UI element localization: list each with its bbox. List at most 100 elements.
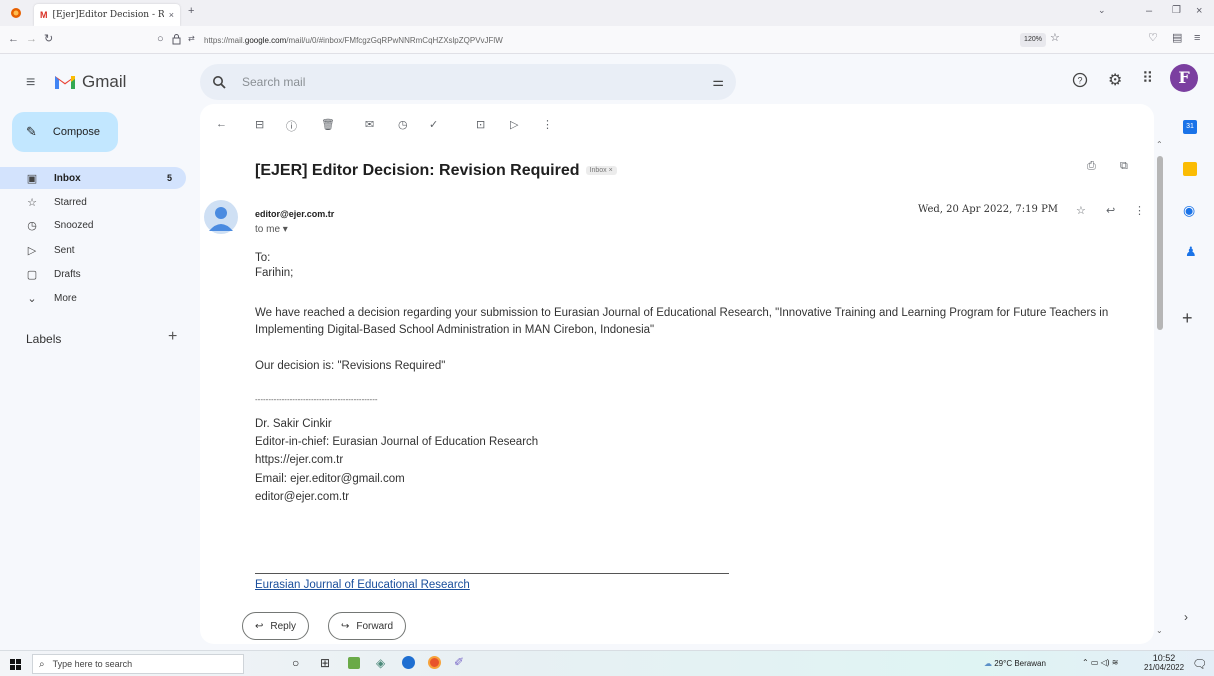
send-icon: ▷ [27,244,37,257]
reader-icon[interactable]: ▤ [1172,33,1182,44]
search-icon[interactable] [212,75,226,89]
signature-url[interactable]: https://ejer.com.tr [255,454,343,466]
tab-close-icon[interactable]: × [169,10,174,20]
print-icon[interactable]: ⎙ [1087,160,1096,173]
star-email-icon[interactable]: ☆ [1076,204,1086,217]
keep-icon[interactable] [1183,162,1197,176]
journal-footer-link[interactable]: Eurasian Journal of Educational Research [255,579,470,591]
new-tab-icon[interactable]: + [188,6,194,17]
signature-title: Editor-in-chief: Eurasian Journal of Edu… [255,436,539,448]
notification-icon[interactable]: 🗨 [1192,657,1207,671]
gmail-logo-icon[interactable] [54,73,76,90]
task-view-icon[interactable]: ⊞ [320,656,330,670]
browser-tab[interactable]: M [Ejer]Editor Decision - Revi × [34,4,180,26]
permissions-icon[interactable]: ⇄ [188,35,195,43]
archive-icon[interactable]: ⊟ [255,118,264,131]
pocket-icon[interactable]: ♡ [1148,33,1158,44]
apps-grid-icon[interactable]: ⠿ [1142,69,1153,87]
app-icon-1[interactable]: ◈ [376,656,385,670]
body-paragraph-line-2: Implementing Digital-Based School Admini… [255,324,655,336]
lock-icon[interactable] [172,33,181,45]
mark-unread-icon[interactable]: ✉ [365,118,374,131]
signature-email[interactable]: Email: ejer.editor@gmail.com [255,473,405,485]
move-to-icon[interactable]: ⊡ [476,118,485,131]
message-more-icon[interactable]: ⋮ [1134,204,1145,217]
forward-button[interactable]: ↪ Forward [328,612,407,640]
delete-icon[interactable]: 🗑 [321,118,335,131]
weather-widget[interactable]: ☁ 29°C Berawan [984,659,1046,668]
tab-list-icon[interactable]: ⌄ [1098,6,1106,15]
bookmark-star-icon[interactable]: ☆ [1050,33,1060,44]
tasks-icon[interactable]: ◉ [1183,202,1195,219]
browser-menu-icon[interactable]: ≡ [1194,33,1200,44]
windows-start-icon[interactable] [10,659,21,670]
reply-arrow-icon: ↩ [255,620,264,632]
open-new-window-icon[interactable]: ⧉ [1120,160,1128,173]
compose-button[interactable]: ✎ Compose [12,112,118,152]
sender-address[interactable]: editor@ejer.com.tr [255,209,334,219]
signature-name: Dr. Sakir Cinkir [255,418,332,430]
sidebar-item-inbox[interactable]: ▣ Inbox 5 [0,167,186,189]
email-scrollbar[interactable]: ⌃ ⌄ [1156,140,1164,640]
sidebar-item-snoozed[interactable]: ◷ Snoozed [0,214,186,236]
sidebar-item-more[interactable]: ⌄ More [0,287,186,309]
recipient-details[interactable]: to me ▾ [255,224,288,235]
svg-text:?: ? [1077,76,1082,86]
address-bar[interactable]: https://mail.google.com/mail/u/0/#inbox/… [204,36,503,45]
system-tray-icons[interactable]: ⌃ ▭ ◁) ≋ [1082,658,1118,667]
sender-avatar[interactable] [204,200,238,234]
inbox-label-chip[interactable]: Inbox × [585,166,617,176]
tracking-shield-icon[interactable]: ○ [157,34,164,45]
scroll-down-icon[interactable]: ⌄ [1156,626,1163,635]
body-decision: Our decision is: "Revisions Required" [255,360,446,372]
signature-email-2[interactable]: editor@ejer.com.tr [255,491,349,503]
firefox-menu-icon[interactable] [10,7,22,19]
sidebar-item-sent[interactable]: ▷ Sent [0,239,186,261]
help-icon[interactable]: ? [1072,72,1088,88]
inbox-icon: ▣ [26,172,38,185]
restore-icon[interactable]: ❐ [1172,6,1181,16]
more-options-icon[interactable]: ⋮ [542,118,553,131]
get-addons-icon[interactable]: + [1182,308,1193,329]
zoom-level[interactable]: 120% [1020,33,1046,47]
sidebar-item-starred[interactable]: ☆ Starred [0,191,186,213]
add-label-icon[interactable]: + [168,328,177,346]
reply-button[interactable]: ↩ Reply [242,612,309,640]
show-side-panel-icon[interactable]: › [1184,610,1188,624]
taskbar-search[interactable]: ⌕ Type here to search [32,654,244,674]
snooze-icon[interactable]: ◷ [398,118,408,131]
file-explorer-icon[interactable] [348,657,360,669]
back-to-inbox-icon[interactable]: ← [216,118,227,130]
reply-icon[interactable]: ↩ [1106,204,1115,217]
label-icon[interactable]: ▷ [510,118,518,131]
account-avatar[interactable]: F [1170,64,1198,92]
calendar-icon[interactable]: 31 [1183,120,1197,134]
edge-icon[interactable] [402,656,415,669]
gmail-favicon-icon: M [40,10,48,20]
add-task-icon[interactable]: ✓ [429,118,438,131]
forward-icon[interactable]: → [26,34,37,45]
report-spam-icon[interactable]: ⓘ [286,118,297,134]
search-input[interactable]: Search mail [242,75,712,89]
scrollbar-thumb[interactable] [1157,156,1163,330]
search-options-icon[interactable]: ⚌ [712,74,724,90]
browser-nav-bar: ← → ↻ ○ ⇄ https://mail.google.com/mail/u… [0,26,1214,54]
minimize-icon[interactable]: – [1146,6,1152,17]
scroll-up-icon[interactable]: ⌃ [1156,140,1163,149]
cloud-icon: ☁ [984,659,992,668]
tab-title: [Ejer]Editor Decision - Revi [52,10,164,20]
reload-icon[interactable]: ↻ [44,34,53,45]
main-menu-icon[interactable]: ≡ [26,74,35,92]
back-icon[interactable]: ← [8,34,19,45]
cortana-icon[interactable]: ○ [292,656,299,670]
sidebar-item-drafts[interactable]: ▢ Drafts [0,263,186,285]
taskbar-search-icon: ⌕ [39,658,45,670]
contacts-icon[interactable]: ♟ [1185,244,1197,260]
window-close-icon[interactable]: × [1196,6,1202,17]
settings-gear-icon[interactable]: ⚙ [1108,70,1122,90]
app-icon-2[interactable]: ✐ [454,655,464,669]
footer-divider [255,573,729,574]
firefox-taskbar-icon[interactable] [428,656,441,669]
search-bar[interactable]: Search mail ⚌ [200,64,736,100]
clock[interactable]: 10:52 21/04/2022 [1144,654,1184,673]
